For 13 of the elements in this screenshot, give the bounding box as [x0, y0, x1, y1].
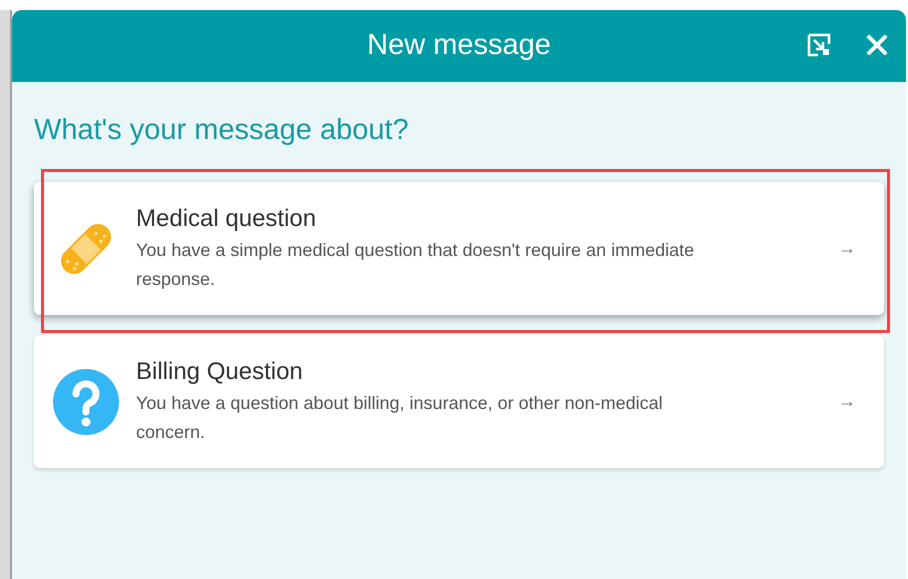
option-description: You have a simple medical question that doesn't require an immediate response.: [136, 238, 696, 291]
window-title: New message: [367, 28, 551, 64]
option-title: Billing Question: [136, 356, 304, 386]
arrow-icon: →: [838, 235, 856, 262]
pop-out-icon[interactable]: [806, 32, 832, 58]
arrow-icon: →: [838, 388, 856, 415]
option-title: Medical question: [136, 204, 318, 234]
close-icon[interactable]: [866, 34, 888, 56]
option-description: You have a question about billing, insurance, or other non-medical concern.: [136, 392, 664, 444]
section-heading: What's your message about?: [34, 113, 410, 148]
option-card[interactable]: Medical question You have a simple medical question that doesn't require an immediate response. →: [34, 182, 884, 315]
option-card[interactable]: Billing Question You have a question about billing, insurance, or other non-medical concern. →: [34, 335, 884, 468]
help-icon: [52, 368, 120, 436]
